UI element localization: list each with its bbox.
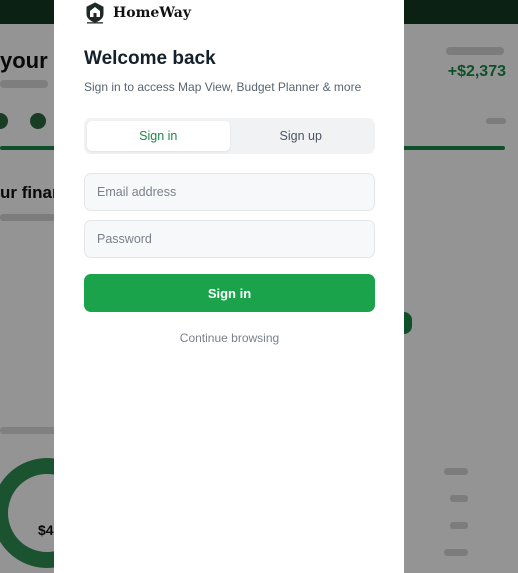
tab-sign-in[interactable]: Sign in — [87, 121, 230, 151]
house-crest-logo-icon — [86, 2, 104, 24]
continue-browsing-link[interactable]: Continue browsing — [84, 331, 375, 345]
sign-in-button[interactable]: Sign in — [84, 274, 375, 312]
auth-tabs: Sign in Sign up — [84, 118, 375, 154]
tab-sign-up[interactable]: Sign up — [230, 121, 373, 151]
brand-name: HomeWay — [113, 5, 191, 21]
email-field[interactable] — [84, 173, 375, 211]
modal-title: Welcome back — [84, 48, 216, 69]
auth-modal: HomeWay Welcome back Sign in to access M… — [54, 0, 404, 573]
modal-subtitle: Sign in to access Map View, Budget Plann… — [84, 80, 362, 94]
brand: HomeWay — [84, 2, 191, 24]
password-field[interactable] — [84, 220, 375, 258]
